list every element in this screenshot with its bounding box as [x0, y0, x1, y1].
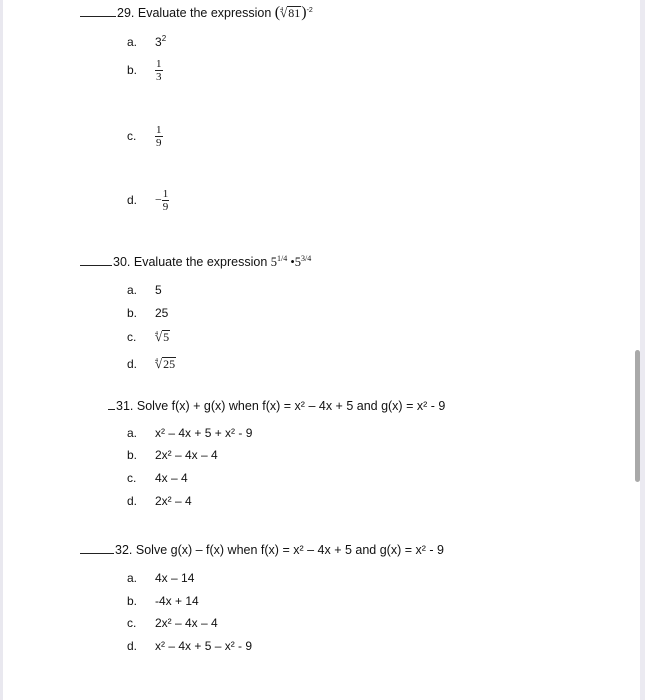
- answer-blank[interactable]: [108, 408, 115, 410]
- question-number: 31.: [116, 399, 134, 413]
- expression: (4 √ 81)-2: [274, 4, 313, 21]
- fourth-root: 4 √ 5: [155, 329, 171, 344]
- choice-32c[interactable]: c. 2x² – 4x – 4: [127, 616, 218, 630]
- choice-29c[interactable]: c. 1 9: [127, 124, 163, 149]
- choice-32a[interactable]: a. 4x – 14: [127, 571, 194, 585]
- answer-blank[interactable]: [80, 15, 116, 17]
- question-31: 31. Solve f(x) + g(x) when f(x) = x² – 4…: [108, 399, 445, 413]
- scrollbar-thumb[interactable]: [635, 350, 640, 482]
- question-prompt: Evaluate the expression: [137, 6, 272, 20]
- choice-30c[interactable]: c. 4 √ 5: [127, 329, 171, 345]
- choice-31a[interactable]: a. x² – 4x + 5 + x² - 9: [127, 426, 252, 440]
- answer-blank[interactable]: [80, 264, 112, 267]
- choice-31d[interactable]: d. 2x² – 4: [127, 494, 192, 508]
- choice-30a[interactable]: a. 5: [127, 283, 162, 297]
- fourth-root: 4 √ 81: [280, 5, 302, 20]
- choice-29d[interactable]: d. −1 9: [127, 188, 170, 213]
- question-number: 29.: [117, 6, 135, 20]
- fraction: 13: [155, 58, 163, 83]
- choice-30b[interactable]: b. 25: [127, 306, 168, 320]
- expression: 51/4 •53/4: [270, 254, 312, 270]
- page-right-edge: [640, 0, 645, 700]
- choice-30d[interactable]: d. 4 √ 25: [127, 356, 177, 372]
- question-29: 29. Evaluate the expression (4 √ 81)-2: [80, 4, 313, 22]
- question-prompt: Solve f(x) + g(x) when f(x) = x² – 4x + …: [136, 399, 446, 413]
- choice-29b[interactable]: b. 1 3: [127, 58, 163, 83]
- question-prompt: Evaluate the expression: [133, 255, 268, 270]
- choice-32d[interactable]: d. x² – 4x + 5 – x² - 9: [127, 639, 252, 653]
- page-left-edge: [0, 0, 3, 700]
- question-number: 32.: [115, 543, 133, 557]
- fourth-root: 4 √ 25: [155, 356, 177, 371]
- choice-31c[interactable]: c. 4x – 4: [127, 471, 188, 485]
- fraction: 19: [155, 124, 163, 149]
- fraction: 19: [161, 188, 170, 213]
- question-32: 32. Solve g(x) – f(x) when f(x) = x² – 4…: [80, 543, 444, 557]
- exponent: -2: [306, 6, 313, 14]
- question-number: 30.: [113, 255, 131, 270]
- question-30: 30. Evaluate the expression 51/4 •53/4: [80, 254, 311, 270]
- choice-29a[interactable]: a. 32: [127, 35, 166, 50]
- answer-blank[interactable]: [80, 552, 114, 554]
- choice-32b[interactable]: b. -4x + 14: [127, 594, 199, 608]
- choice-31b[interactable]: b. 2x² – 4x – 4: [127, 448, 218, 462]
- question-prompt: Solve g(x) – f(x) when f(x) = x² – 4x + …: [135, 543, 444, 557]
